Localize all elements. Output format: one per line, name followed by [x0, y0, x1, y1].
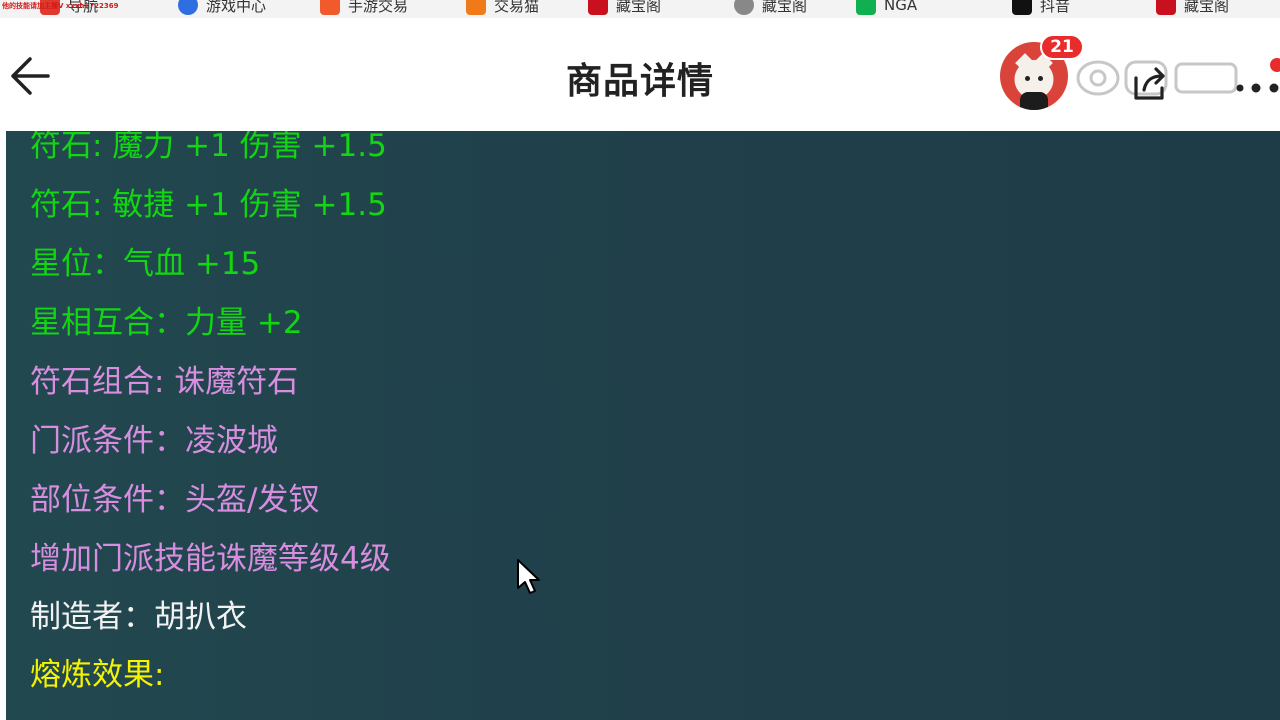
attribute-line: 符石: 魔力 +1 伤害 +1.5 — [30, 131, 387, 164]
bookmark-item[interactable]: NGA — [856, 0, 917, 16]
bookmark-bar: 导航 游戏中心 手游交易 交易猫 藏宝阁 藏宝阁 NGA 抖音 藏宝阁 — [0, 0, 1280, 18]
attribute-line: 符石组合: 诛魔符石 — [30, 364, 299, 400]
attribute-line: 符石: 敏捷 +1 伤害 +1.5 — [30, 187, 387, 223]
bookmark-item[interactable]: 游戏中心 — [178, 0, 266, 16]
smelting-effect-label: 熔炼效果: — [30, 657, 165, 693]
bookmark-favicon-icon — [1156, 0, 1176, 15]
bookmark-item[interactable]: 藏宝阁 — [1156, 0, 1229, 16]
share-icon — [1134, 67, 1165, 100]
more-dots-icon — [1236, 83, 1279, 93]
bookmark-item[interactable]: 手游交易 — [320, 0, 408, 16]
bookmark-item[interactable]: 交易猫 — [466, 0, 539, 16]
bookmark-item[interactable]: 抖音 — [1012, 0, 1070, 16]
item-detail-panel: 符石: 魔力 +1 伤害 +1.5 符石: 敏捷 +1 伤害 +1.5 星位：气… — [6, 131, 1280, 720]
attribute-line: 星相互合：力量 +2 — [30, 305, 303, 341]
bookmark-favicon-icon — [734, 0, 754, 15]
bookmark-item[interactable]: 藏宝阁 — [734, 0, 807, 16]
attribute-line: 增加门派技能诛魔等级4级 — [30, 541, 391, 577]
attribute-line: 部位条件：头盔/发钗 — [30, 482, 320, 518]
bookmark-favicon-icon — [588, 0, 608, 15]
notification-badge: 21 — [1040, 34, 1084, 60]
page-title: 商品详情 — [565, 61, 714, 102]
attribute-line: 星位：气血 +15 — [30, 246, 261, 282]
bookmark-item[interactable]: 藏宝阁 — [588, 0, 661, 16]
bookmark-favicon-icon — [856, 0, 876, 15]
bookmark-favicon-icon — [320, 0, 340, 15]
bookmark-favicon-icon — [1012, 0, 1032, 15]
bookmark-favicon-icon — [466, 0, 486, 15]
maker-line: 制造者：胡扒衣 — [30, 599, 247, 635]
streamer-watermark: 他的技能请加主播V xxxh1722369 — [2, 2, 119, 10]
share-button[interactable] — [1124, 60, 1170, 106]
more-button[interactable] — [1236, 78, 1280, 98]
page-header: 商品详情 21 — [0, 18, 1280, 131]
notification-dot — [1270, 58, 1280, 72]
bookmark-favicon-icon — [178, 0, 198, 15]
attribute-line: 门派条件：凌波城 — [30, 423, 278, 459]
